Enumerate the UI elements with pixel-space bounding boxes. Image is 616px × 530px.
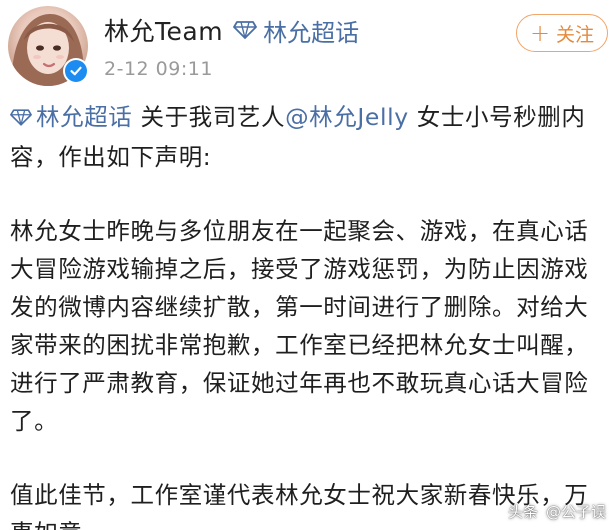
watermark: 头条 @公子误 xyxy=(508,501,606,522)
watermark-handle: @公子误 xyxy=(545,503,606,521)
plus-icon: + xyxy=(529,19,551,47)
paragraph-intro: 林允超话 关于我司艺人@林允Jelly 女士小号秒删内容，作出如下声明: xyxy=(10,98,610,176)
weibo-post: 林允Team 林允超话 2-12 09:11 + 关注 林允超话 关于我司艺人@… xyxy=(0,0,616,530)
topic-link[interactable]: 林允超话 xyxy=(10,103,132,131)
supertopic-diamond-icon xyxy=(233,20,257,40)
topic-link-label: 林允超话 xyxy=(36,103,133,131)
follow-label: 关注 xyxy=(556,23,595,46)
watermark-source: 头条 xyxy=(507,503,538,521)
supertopic-label: 林允超话 xyxy=(263,18,360,47)
author-name[interactable]: 林允Team xyxy=(104,12,223,48)
follow-button[interactable]: + 关注 xyxy=(516,14,608,52)
post-header: 林允Team 林允超话 xyxy=(104,12,359,48)
supertopic-link[interactable]: 林允超话 xyxy=(233,13,359,48)
topic-diamond-icon xyxy=(10,100,32,138)
mention-link[interactable]: @林允Jelly xyxy=(285,103,409,131)
verified-badge xyxy=(63,58,89,84)
intro-pre-text: 关于我司艺人 xyxy=(132,103,286,131)
verified-check-icon xyxy=(65,60,87,82)
post-content: 林允超话 关于我司艺人@林允Jelly 女士小号秒删内容，作出如下声明: 林允女… xyxy=(10,98,610,530)
post-timestamp: 2-12 09:11 xyxy=(104,58,213,80)
paragraph-statement: 林允女士昨晚与多位朋友在一起聚会、游戏，在真心话大冒险游戏输掉之后，接受了游戏惩… xyxy=(10,217,589,435)
